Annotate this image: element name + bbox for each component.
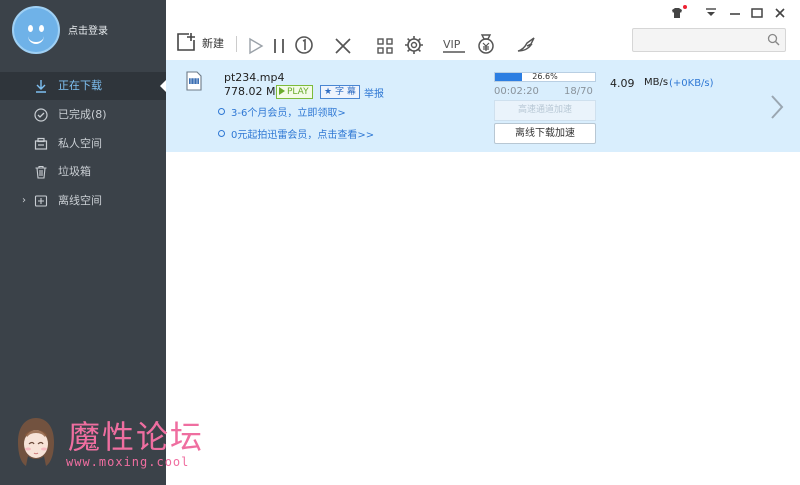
subtitle-badge-label: 字 幕: [334, 87, 356, 97]
file-name: pt234.mp4: [224, 71, 285, 84]
watermark-title: 魔性论坛: [68, 418, 205, 456]
subtitle-badge[interactable]: ★ 字 幕: [320, 85, 360, 99]
speed-boost: (+0KB/s): [669, 78, 714, 89]
sidebar-item-label: 正在下载: [58, 79, 102, 92]
bullet-icon: [218, 130, 225, 137]
close-icon[interactable]: [773, 6, 787, 20]
skin-icon[interactable]: [670, 5, 687, 20]
check-circle-icon: [34, 108, 48, 122]
start-icon[interactable]: [248, 33, 264, 59]
download-arrow-icon: [36, 80, 46, 93]
progress-percent: 26.6%: [532, 72, 558, 81]
report-link[interactable]: 举报: [364, 85, 384, 100]
offline-space-icon: [34, 195, 48, 207]
delete-icon[interactable]: [334, 33, 352, 59]
vip-label: VIP: [443, 38, 461, 51]
download-task-row[interactable]: pt234.mp4 778.02 MB PLAY ★ 字 幕 举报 3-6个月会…: [166, 60, 800, 152]
promo-text: 3-6个月会员，立即领取>: [231, 108, 346, 119]
play-icon: [279, 87, 285, 95]
offline-accel-button[interactable]: 离线下载加速: [494, 123, 596, 144]
new-task-button[interactable]: 新建: [202, 35, 224, 51]
search-icon[interactable]: [767, 33, 780, 46]
apps-grid-icon[interactable]: [376, 33, 394, 59]
sidebar-item-label: 私人空间: [58, 137, 102, 150]
sidebar-item-private[interactable]: 私人空间: [0, 130, 166, 158]
watermark: 魔性论坛 www.moxing.cool: [8, 408, 248, 483]
toolbar-divider: [236, 36, 237, 52]
avatar-eye-left: [28, 25, 33, 32]
star-icon: ★: [324, 87, 333, 97]
bird-icon[interactable]: [516, 32, 536, 58]
speed-unit: MB/s: [644, 77, 669, 88]
new-task-icon[interactable]: [176, 32, 196, 52]
sidebar-item-label: 已完成(8): [58, 108, 107, 121]
play-badge[interactable]: PLAY: [276, 85, 313, 99]
login-link[interactable]: 点击登录: [68, 22, 108, 37]
trash-icon: [35, 165, 47, 179]
maximize-icon[interactable]: [750, 6, 764, 20]
high-speed-accel-button[interactable]: 高速通道加速: [494, 100, 596, 121]
watermark-url: www.moxing.cool: [66, 455, 190, 469]
sidebar-item-completed[interactable]: 已完成(8): [0, 101, 166, 129]
sidebar-item-label: 垃圾箱: [58, 165, 91, 178]
settings-gear-icon[interactable]: [404, 32, 424, 58]
play-badge-label: PLAY: [287, 87, 309, 97]
private-space-icon: [34, 137, 48, 150]
notification-dot: [683, 5, 687, 9]
chevron-right-icon[interactable]: ›: [22, 187, 26, 215]
video-file-icon: [186, 71, 202, 91]
sidebar-item-trash[interactable]: 垃圾箱: [0, 158, 166, 186]
progress-bar: 26.6%: [494, 72, 596, 82]
pieces-count: 18/70: [564, 86, 593, 97]
toolbar: 新建 VIP: [166, 0, 800, 60]
pause-icon[interactable]: [272, 33, 286, 59]
download-speed: 4.09: [610, 77, 635, 90]
sidebar-item-label: 离线空间: [58, 194, 102, 207]
speed-limit-icon[interactable]: [294, 32, 314, 58]
promo-text: 0元起拍迅雷会员，点击查看>>: [231, 130, 375, 141]
menu-icon[interactable]: [704, 6, 718, 20]
promo-link-membership[interactable]: 3-6个月会员，立即领取>: [218, 104, 346, 119]
bullet-icon: [218, 108, 225, 115]
money-bag-icon[interactable]: [476, 31, 496, 57]
avatar[interactable]: [12, 6, 60, 54]
search-box[interactable]: [632, 28, 786, 52]
avatar-mouth: [28, 35, 44, 44]
promo-link-auction[interactable]: 0元起拍迅雷会员，点击查看>>: [218, 126, 374, 141]
sidebar-item-offline[interactable]: › 离线空间: [0, 187, 166, 215]
chevron-right-icon[interactable]: [770, 94, 784, 120]
minimize-icon[interactable]: [728, 6, 742, 20]
anime-girl-logo: [18, 418, 54, 466]
elapsed-time: 00:02:20: [494, 86, 539, 97]
sidebar-item-downloading[interactable]: 正在下载: [0, 72, 166, 100]
avatar-eye-right: [39, 25, 44, 32]
vip-icon[interactable]: VIP: [442, 32, 466, 58]
file-size: 778.02 MB: [224, 85, 284, 98]
